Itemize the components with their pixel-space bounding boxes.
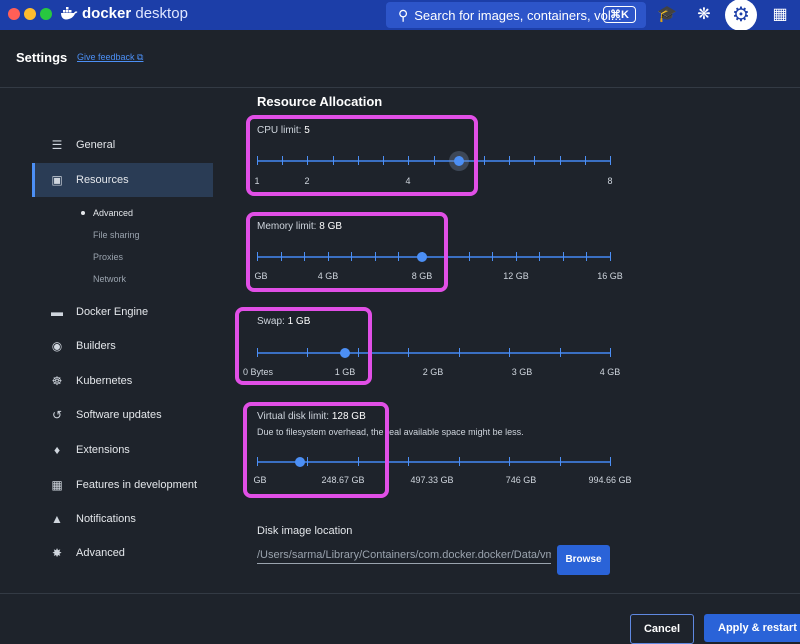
sidebar-item-kubernetes[interactable]: ☸ Kubernetes [32, 364, 213, 398]
page-title: Settings [16, 50, 68, 65]
sidebar-item-label: Extensions [76, 444, 130, 456]
settings-icon[interactable]: ⚙ [725, 0, 757, 31]
global-search[interactable]: ⚲ Search for images, containers, vol... … [386, 2, 646, 28]
browse-button[interactable]: Browse [557, 545, 610, 575]
sidebar-item-label: General [76, 139, 116, 151]
zoom-window-button[interactable] [40, 8, 52, 20]
sliders-icon: ☰ [51, 138, 63, 152]
sidebar-item-label: Builders [76, 340, 116, 352]
cancel-button[interactable]: Cancel [630, 614, 694, 644]
cpu-tick-label: 8 [607, 176, 613, 186]
sidebar-item-advanced[interactable]: ✸ Advanced [32, 536, 213, 558]
sidebar-item-resources[interactable]: ▣ Resources [32, 163, 213, 197]
sidebar-item-label: Docker Engine [76, 306, 149, 318]
section-heading: Resource Allocation [257, 94, 383, 109]
feedback-text: Give feedback [77, 52, 135, 62]
sidebar-item-label: Kubernetes [76, 375, 133, 387]
sidebar-item-label: Advanced [76, 547, 125, 558]
slider-tick [560, 457, 561, 466]
engine-icon: ▬ [51, 305, 63, 319]
slider-tick [469, 252, 470, 261]
cog-icon: ✸ [51, 546, 63, 558]
grid-apps-icon[interactable]: ▦ [770, 5, 790, 25]
swap-tick-label: 4 GB [599, 367, 621, 377]
slider-tick [408, 457, 409, 466]
disk-image-location-title: Disk image location [257, 525, 353, 537]
memory-highlight-box [246, 212, 448, 292]
settings-sidebar: ☰ General ▣ Resources Advanced File shar… [0, 88, 213, 558]
current-subitem-dot [81, 211, 85, 215]
docker-logo: docker desktop [60, 5, 188, 22]
learning-center-icon[interactable]: 🎓 [657, 5, 677, 25]
sidebar-item-notifications[interactable]: ▲ Notifications [32, 502, 213, 536]
resources-icon: ▣ [51, 173, 63, 187]
sidebar-item-extensions[interactable]: ♦ Extensions [32, 433, 213, 467]
subitem-proxies[interactable]: Proxies [93, 252, 123, 262]
sidebar-item-label: Features in development [76, 479, 198, 491]
minimize-window-button[interactable] [24, 8, 36, 20]
slider-tick [539, 252, 540, 261]
slider-tick [509, 348, 510, 357]
apply-restart-button[interactable]: Apply & restart [704, 614, 800, 642]
disk-tick-label: 497.33 GB [410, 475, 454, 485]
settings-header: Settings Give feedback ⧉ [0, 30, 800, 88]
settings-footer: Cancel Apply & restart [0, 593, 800, 644]
subitem-network[interactable]: Network [93, 274, 126, 284]
slider-tick [585, 156, 586, 165]
slider-tick [534, 156, 535, 165]
disk-tick-label: 746 GB [505, 475, 537, 485]
sidebar-item-builders[interactable]: ◉ Builders [32, 329, 213, 363]
slider-tick [408, 348, 409, 357]
grid-icon: ▦ [51, 478, 63, 492]
slider-tick [610, 457, 611, 466]
sidebar-item-label: Software updates [76, 409, 162, 421]
slider-tick [610, 348, 611, 357]
whale-icon [61, 7, 78, 20]
slider-tick [509, 156, 510, 165]
puzzle-icon: ♦ [53, 443, 61, 457]
disk-highlight-box [243, 402, 389, 498]
slider-tick [560, 156, 561, 165]
brand-name: docker [82, 5, 132, 22]
give-feedback-link[interactable]: Give feedback ⧉ [77, 52, 143, 63]
bell-icon: ▲ [51, 512, 63, 526]
wrench-icon: ◉ [51, 339, 63, 353]
brand-suffix: desktop [135, 5, 188, 22]
sidebar-item-label: Notifications [76, 513, 136, 525]
memory-tick-label: 12 GB [503, 271, 529, 281]
close-window-button[interactable] [8, 8, 20, 20]
swap-tick-label: 3 GB [511, 367, 533, 377]
sidebar-item-docker-engine[interactable]: ▬ Docker Engine [32, 295, 213, 329]
slider-tick [459, 457, 460, 466]
slider-tick [610, 252, 611, 261]
title-bar: docker desktop ⚲ Search for images, cont… [0, 0, 800, 31]
search-icon: ⚲ [398, 6, 409, 23]
slider-tick [459, 348, 460, 357]
slider-tick [492, 252, 493, 261]
search-placeholder: Search for images, containers, vol... [414, 7, 622, 23]
bug-icon[interactable]: ❋ [694, 5, 714, 25]
sidebar-item-features-in-development[interactable]: ▦ Features in development [32, 468, 213, 502]
slider-tick [586, 252, 587, 261]
slider-tick [516, 252, 517, 261]
search-shortcut-badge: ⌘K [603, 6, 636, 23]
slider-tick [484, 156, 485, 165]
cpu-highlight-box [246, 115, 478, 196]
sidebar-item-label: Resources [76, 174, 129, 186]
slider-tick [563, 252, 564, 261]
disk-image-path-field[interactable]: /Users/sarma/Library/Containers/com.dock… [257, 549, 551, 564]
slider-tick [560, 348, 561, 357]
swap-tick-label: 2 GB [422, 367, 444, 377]
helm-icon: ☸ [51, 374, 63, 388]
swap-highlight-box [235, 307, 372, 385]
disk-tick-label: 994.66 GB [588, 475, 632, 485]
slider-tick [509, 457, 510, 466]
memory-tick-label: 16 GB [597, 271, 623, 281]
slider-tick [610, 156, 611, 165]
sidebar-item-software-updates[interactable]: ↺ Software updates [32, 398, 213, 432]
subitem-advanced[interactable]: Advanced [93, 208, 133, 218]
subitem-file-sharing[interactable]: File sharing [93, 230, 140, 240]
history-icon: ↺ [51, 408, 63, 422]
sidebar-item-general[interactable]: ☰ General [32, 128, 213, 162]
